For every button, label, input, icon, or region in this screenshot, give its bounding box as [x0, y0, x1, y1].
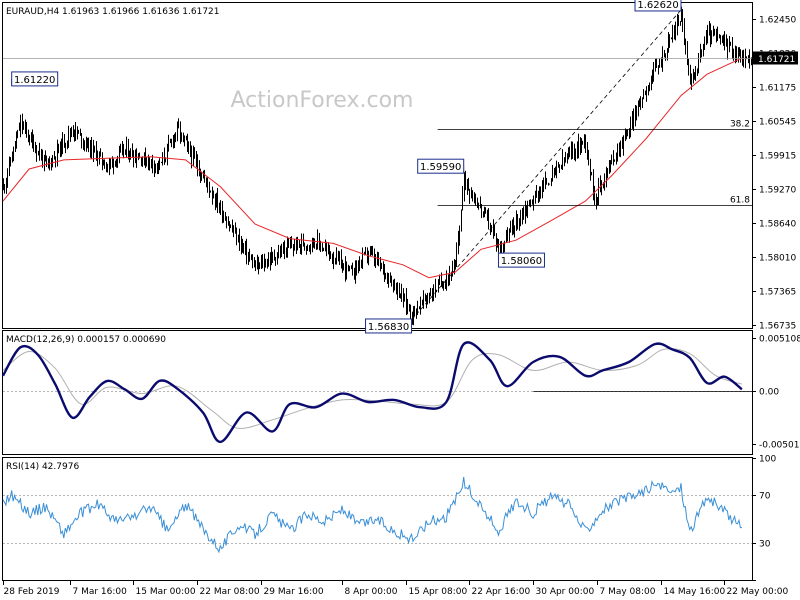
x-tick-label: 8 Apr 00:00 — [345, 587, 398, 597]
x-tick-label: 7 Mar 16:00 — [73, 587, 128, 597]
x-tick-label: 29 Mar 16:00 — [264, 587, 324, 597]
y-tick-label: 1.60545 — [759, 118, 796, 128]
chart-canvas: ActionForex.com EURAUD,H4 1.61963 1.6196… — [0, 0, 800, 600]
macd-y-tick-label: -0.005019 — [759, 441, 800, 451]
macd-title: MACD(12,26,9) 0.000157 0.000690 — [6, 335, 166, 345]
x-tick-label: 14 May 16:00 — [664, 587, 726, 597]
price-tag-label: 1.59590 — [420, 162, 461, 173]
x-tick-label: 28 Feb 2019 — [4, 587, 60, 597]
y-tick-label: 1.57365 — [759, 288, 796, 298]
price-tag-label: 1.61220 — [14, 75, 55, 86]
rsi-y-tick-label: 70 — [759, 492, 771, 502]
rsi-y-tick-label: 30 — [759, 540, 771, 550]
price-tag: 1.59590 — [417, 158, 465, 174]
x-tick-label: 30 Apr 00:00 — [536, 587, 595, 597]
chart-window: ActionForex.com EURAUD,H4 1.61963 1.6196… — [0, 0, 800, 600]
x-tick-label: 15 Apr 08:00 — [409, 587, 468, 597]
price-tag-label: 1.58060 — [501, 256, 542, 267]
x-tick-label: 22 May 00:00 — [727, 587, 789, 597]
rsi-y-tick-label: 100 — [759, 455, 776, 465]
y-tick-label: 1.62450 — [759, 16, 796, 26]
price-tag: 1.56830 — [365, 318, 413, 334]
macd-y-tick-label: 0.00 — [759, 388, 779, 398]
price-tag: 1.58060 — [497, 252, 545, 268]
current-price-label: 1.61721 — [758, 55, 795, 65]
rsi-title: RSI(14) 42.7976 — [6, 462, 79, 472]
fib-level-label: 38.2 — [730, 120, 750, 130]
y-tick-label: 1.56735 — [759, 322, 796, 332]
y-tick-label: 1.58640 — [759, 220, 796, 230]
price-tag: 1.62620 — [634, 0, 682, 12]
price-tag: 1.61220 — [11, 71, 59, 87]
price-tag-label: 1.62620 — [637, 0, 678, 11]
fib-level-label: 61.8 — [730, 196, 750, 206]
symbol-header: EURAUD,H4 1.61963 1.61966 1.61636 1.6172… — [6, 7, 220, 17]
x-tick-label: 15 Mar 00:00 — [136, 587, 196, 597]
y-tick-label: 1.59915 — [759, 152, 796, 162]
x-tick-label: 7 May 08:00 — [600, 587, 656, 597]
watermark: ActionForex.com — [231, 88, 414, 113]
y-tick-label: 1.61175 — [759, 84, 796, 94]
price-tag-label: 1.56830 — [368, 322, 409, 333]
y-tick-label: 1.59270 — [759, 186, 796, 196]
macd-y-tick-label: 0.005108 — [759, 335, 800, 345]
x-tick-label: 22 Mar 08:00 — [200, 587, 260, 597]
y-tick-label: 1.58010 — [759, 254, 796, 264]
x-tick-label: 22 Apr 16:00 — [472, 587, 531, 597]
